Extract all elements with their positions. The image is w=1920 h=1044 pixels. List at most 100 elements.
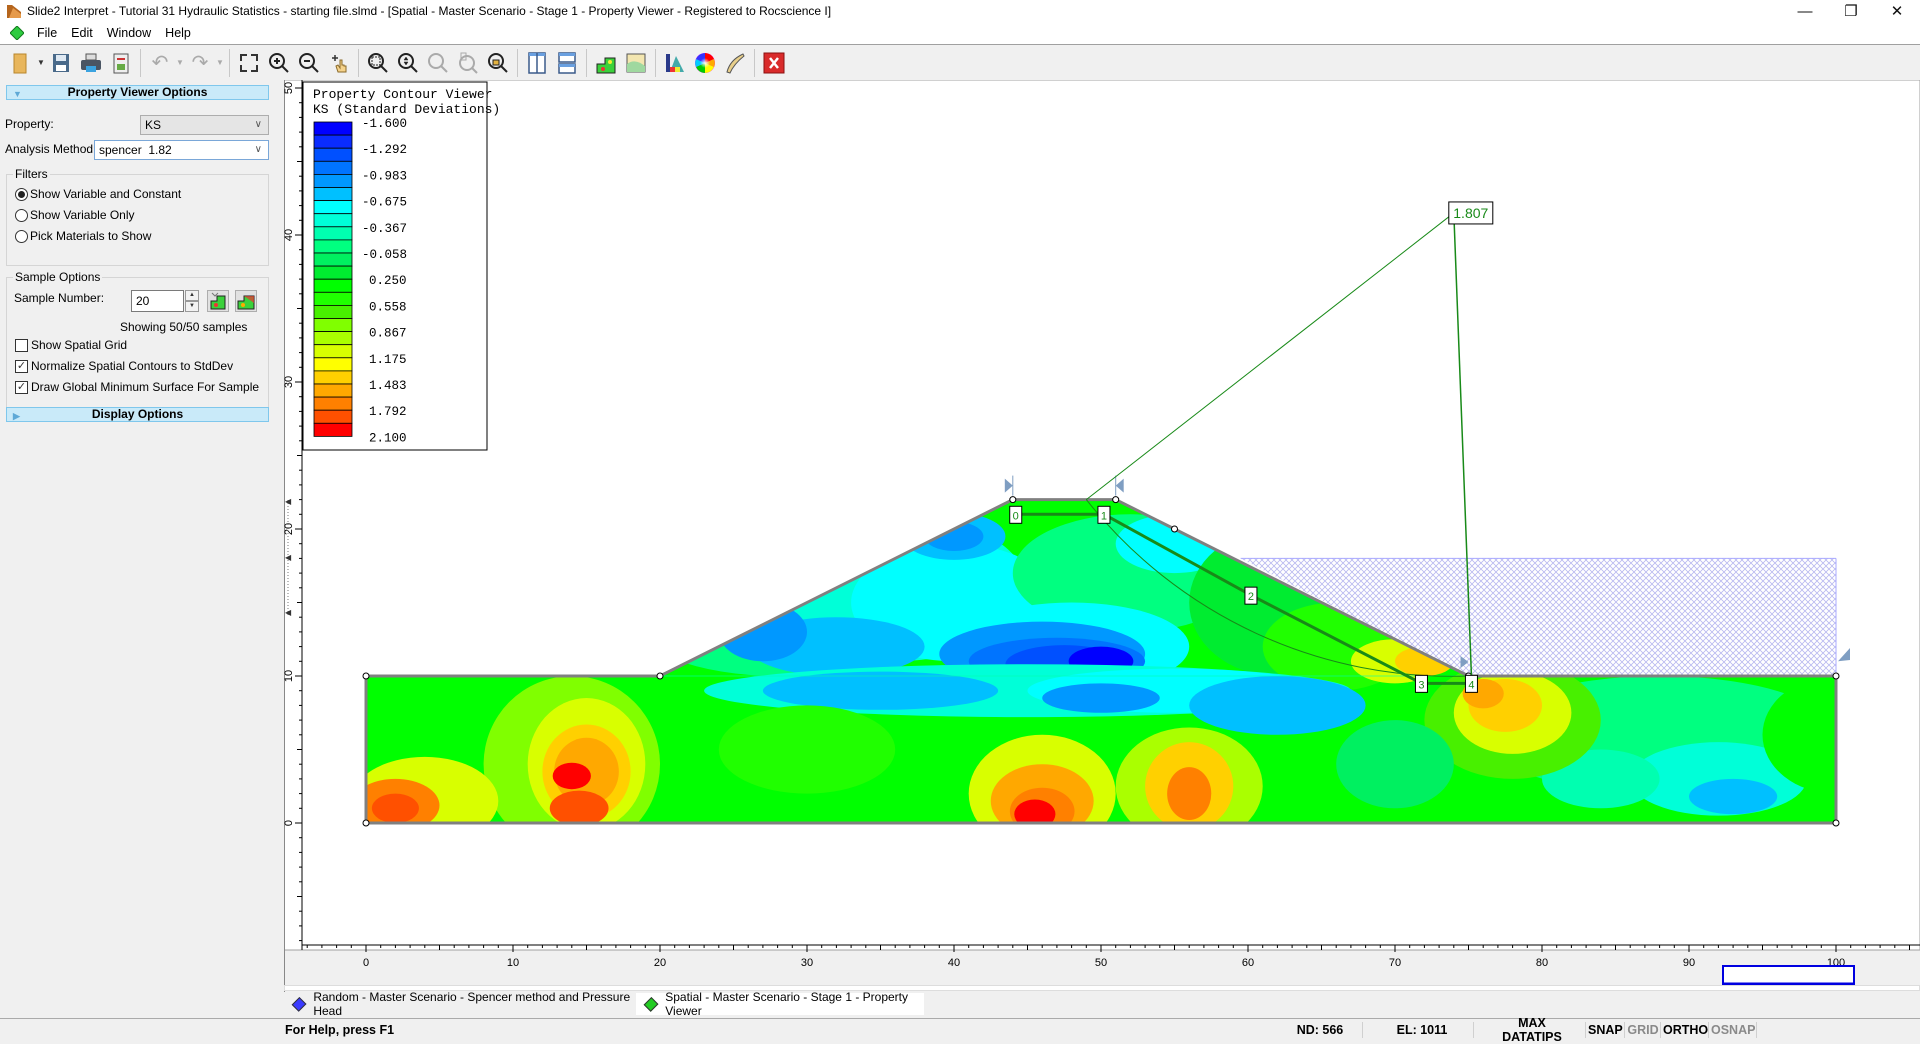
redo-dropdown[interactable]: ▼	[215, 58, 225, 67]
menu-window[interactable]: Window	[100, 26, 158, 40]
zoom-window-button[interactable]	[363, 48, 393, 78]
checkbox-normalize-contours[interactable]: ✓ Normalize Spatial Contours to StdDev	[15, 359, 233, 373]
zoom-scroll-button[interactable]	[393, 48, 423, 78]
status-help-text: For Help, press F1	[285, 1022, 395, 1037]
menu-file[interactable]: File	[30, 26, 64, 40]
legend-color-band	[313, 344, 353, 359]
radio-pick-materials[interactable]: Pick Materials to Show	[15, 229, 151, 243]
status-grid[interactable]: GRID	[1627, 1023, 1659, 1037]
contour-legend: Property Contour Viewer KS (Standard Dev…	[302, 81, 500, 451]
property-select[interactable]: KS ∨	[140, 115, 269, 135]
boundary-vertex	[656, 672, 664, 680]
property-viewer-panel: ▼ Property Viewer Options Property: KS ∨…	[0, 80, 276, 980]
status-osnap[interactable]: OSNAP	[1711, 1023, 1755, 1037]
overview-navigator[interactable]	[1722, 965, 1855, 985]
model-viewport[interactable]: 0 123 41.807 0 10 20 30 40 50 60 70 80 90 100 010203…	[284, 80, 1920, 992]
zoom-out-button[interactable]	[294, 48, 324, 78]
boundary-vertex	[1832, 672, 1840, 680]
checkbox[interactable]	[15, 338, 28, 352]
contour-zone	[1689, 778, 1778, 815]
checkbox[interactable]: ✓	[15, 380, 28, 394]
legend-label: -0.367	[362, 222, 407, 236]
stepper-down-icon[interactable]: ▼	[185, 301, 199, 312]
material-boundaries-button[interactable]	[621, 48, 651, 78]
radio-show-variable-and-constant[interactable]: Show Variable and Constant	[15, 187, 181, 201]
redo-button[interactable]: ↷	[185, 48, 215, 78]
legend-color-band	[313, 134, 353, 149]
document-tabs: Random - Master Scenario - Spencer metho…	[284, 985, 1920, 1018]
radio-button[interactable]	[15, 187, 28, 201]
status-ortho[interactable]: ORTHO	[1663, 1023, 1708, 1037]
pan-button[interactable]	[324, 48, 354, 78]
restore-button[interactable]: ❐	[1828, 0, 1874, 22]
property-viewer-options-header[interactable]: ▼ Property Viewer Options	[6, 85, 269, 100]
print-button[interactable]	[76, 48, 106, 78]
chevron-down-icon: ∨	[254, 119, 262, 130]
panel-splitter[interactable]	[276, 80, 284, 990]
next-sample-button[interactable]	[235, 290, 257, 312]
zoom-lock-button[interactable]	[483, 48, 513, 78]
radio-show-variable-only[interactable]: Show Variable Only	[15, 208, 135, 222]
zoom-all-button[interactable]	[234, 48, 264, 78]
tab-random-scenario[interactable]: Random - Master Scenario - Spencer metho…	[284, 990, 636, 1018]
minimize-button[interactable]: —	[1782, 0, 1828, 22]
undo-button[interactable]: ↶	[145, 48, 175, 78]
analysis-method-select[interactable]: spencer 1.82 ∨	[94, 140, 269, 160]
close-button[interactable]: ✕	[1874, 0, 1920, 22]
contour-zone	[1336, 720, 1454, 809]
filters-title: Filters	[13, 167, 50, 181]
legend-label: -1.292	[362, 143, 407, 157]
status-max-datatips[interactable]: MAX DATATIPS	[1488, 1016, 1576, 1044]
checkbox[interactable]: ✓	[15, 359, 28, 373]
material-boundaries-icon	[625, 52, 647, 74]
legend-color-band	[313, 226, 353, 241]
zoom-previous-button[interactable]	[423, 48, 453, 78]
checkbox-draw-global-minimum[interactable]: ✓ Draw Global Minimum Surface For Sample	[15, 380, 259, 394]
save-button[interactable]	[46, 48, 76, 78]
status-snap[interactable]: SNAP	[1588, 1023, 1623, 1037]
sample-number-input[interactable]: 20	[131, 290, 184, 312]
legend-color-band	[313, 174, 353, 188]
menu-bar: File Edit Window Help _ ❐ ✖	[0, 22, 1920, 63]
boundary-vertex	[1832, 819, 1840, 827]
legend-color-band	[313, 383, 353, 398]
close-view-button[interactable]	[759, 48, 789, 78]
checkbox-show-spatial-grid[interactable]: Show Spatial Grid	[15, 338, 127, 352]
x-tick-label: 70	[1389, 957, 1401, 969]
zoom-in-button[interactable]	[264, 48, 294, 78]
spatial-contours-button[interactable]	[591, 48, 621, 78]
tile-vertical-button[interactable]	[522, 48, 552, 78]
undo-dropdown[interactable]: ▼	[175, 58, 185, 67]
slip-node-label: 0	[1013, 510, 1019, 522]
display-options-button[interactable]	[720, 48, 750, 78]
pan-icon	[328, 52, 350, 74]
x-tick-label: 30	[801, 957, 813, 969]
tab-spatial-property-viewer[interactable]: Spatial - Master Scenario - Stage 1 - Pr…	[636, 990, 924, 1018]
display-options-icon	[724, 52, 746, 74]
legend-color-band	[313, 213, 353, 228]
contour-zone	[762, 671, 999, 710]
legend-label: -0.983	[362, 169, 407, 183]
open-dropdown[interactable]: ▼	[36, 58, 46, 67]
zoom-extents-button[interactable]	[453, 48, 483, 78]
boundary-vertex	[1171, 525, 1178, 533]
clipboard-button[interactable]	[106, 48, 136, 78]
legend-label: 1.175	[369, 353, 407, 367]
menu-edit[interactable]: Edit	[64, 26, 100, 40]
stepper-up-icon[interactable]: ▲	[185, 290, 199, 301]
open-button[interactable]	[6, 48, 36, 78]
sample-number-stepper[interactable]: ▲ ▼	[185, 290, 199, 312]
zoom-previous-icon	[427, 52, 449, 74]
color-wheel-button[interactable]	[690, 48, 720, 78]
menu-help[interactable]: Help	[158, 26, 198, 40]
zoom-extents-icon	[457, 52, 479, 74]
contour-zone	[1189, 676, 1366, 735]
radio-button[interactable]	[15, 229, 28, 243]
y-tick-label: 20	[284, 523, 295, 535]
display-options-header[interactable]: ▶ Display Options	[6, 407, 269, 422]
tile-horizontal-button[interactable]	[552, 48, 582, 78]
radio-button[interactable]	[15, 208, 28, 222]
legend-color-band	[313, 265, 353, 280]
contour-options-button[interactable]	[660, 48, 690, 78]
previous-sample-button[interactable]	[207, 290, 229, 312]
